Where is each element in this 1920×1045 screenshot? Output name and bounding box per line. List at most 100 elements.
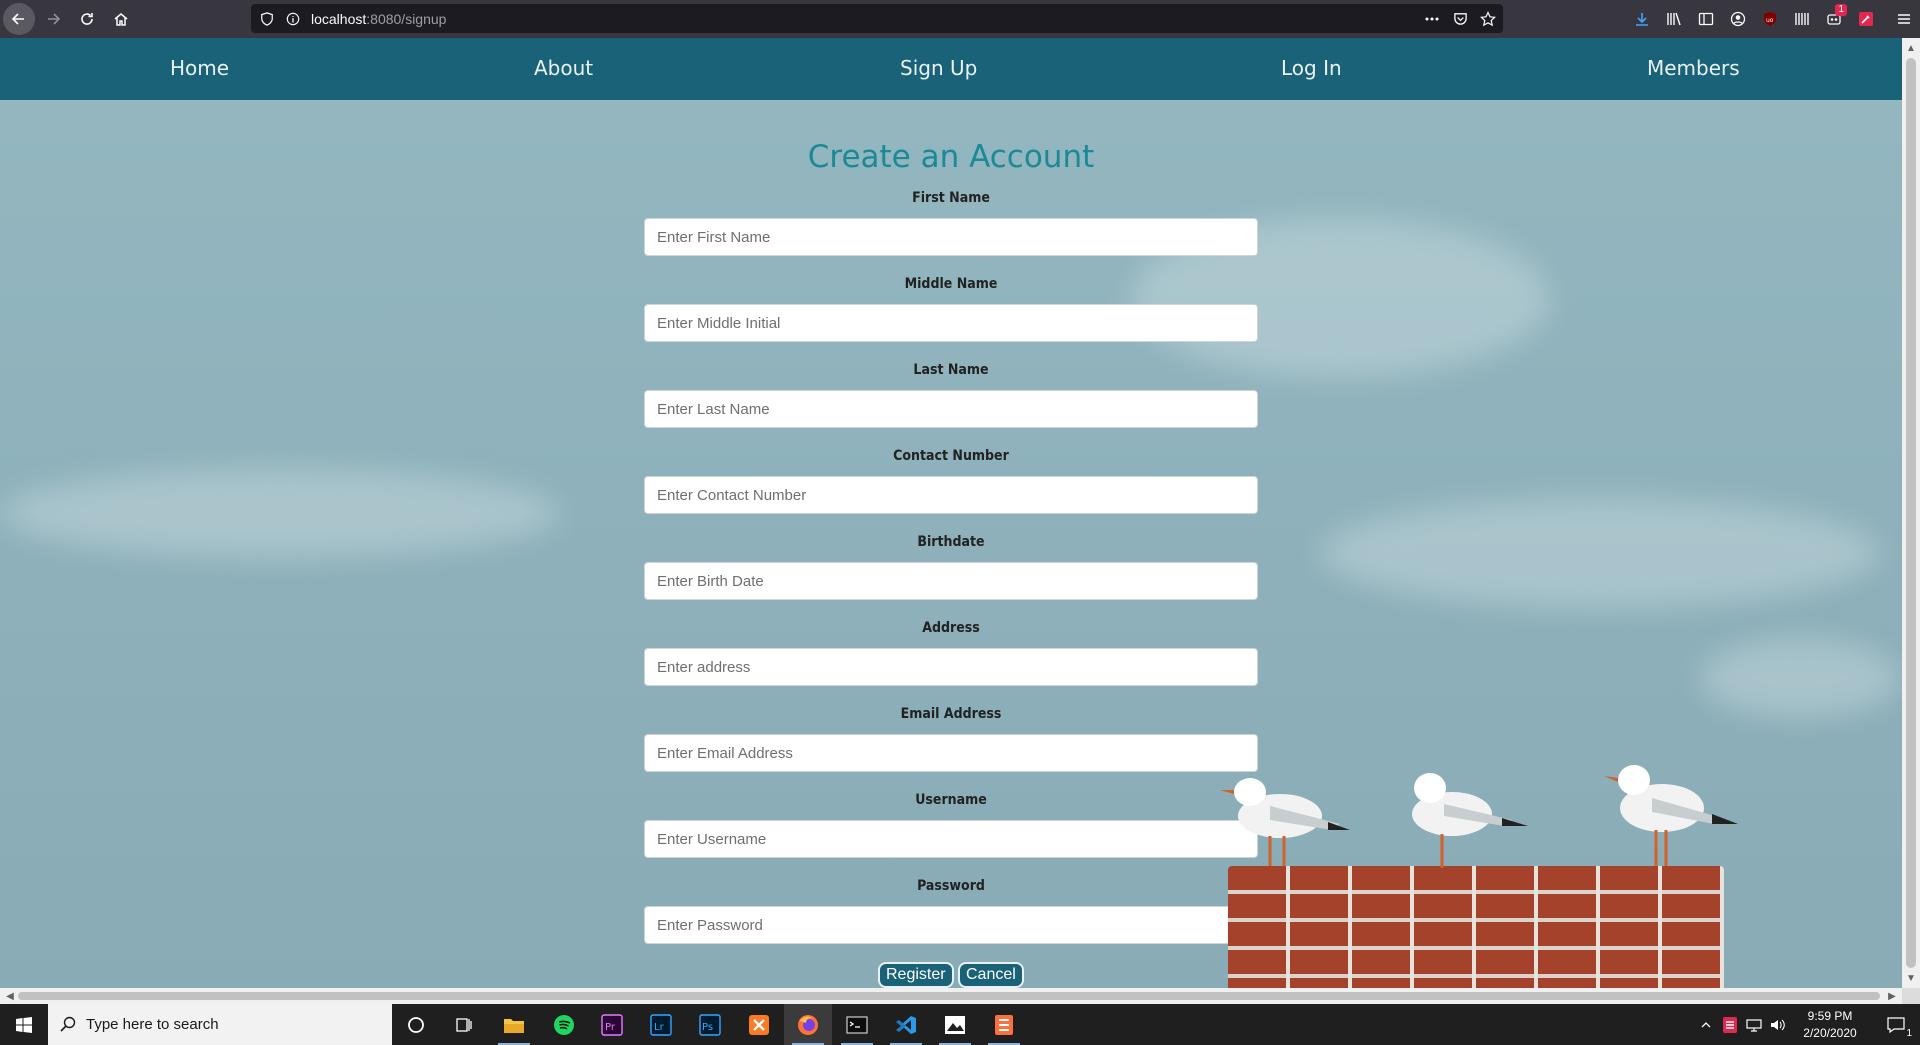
password-input[interactable] [644, 906, 1258, 944]
tray-overflow-button[interactable] [1694, 1004, 1718, 1045]
nav-members[interactable]: Members [1647, 56, 1740, 80]
scroll-corner [1902, 988, 1920, 1004]
seagull-image [1604, 765, 1738, 866]
xampp-icon [749, 1014, 769, 1035]
pocket-icon[interactable] [1452, 11, 1468, 27]
nav-signup[interactable]: Sign Up [900, 56, 977, 80]
scroll-right-icon[interactable]: ▶ [1884, 988, 1900, 1004]
reload-icon [81, 13, 93, 25]
forward-button[interactable] [37, 3, 69, 35]
lightroom-app[interactable]: Lr [637, 1004, 685, 1045]
firefox-icon [798, 1014, 818, 1035]
xampp-app[interactable] [735, 1004, 783, 1045]
photoshop-icon: Ps [699, 1013, 721, 1036]
nav-home[interactable]: Home [170, 56, 229, 80]
reload-button[interactable] [71, 3, 103, 35]
vscode-app[interactable] [882, 1004, 930, 1045]
cortana-icon [408, 1016, 424, 1033]
file-explorer-app[interactable] [490, 1004, 538, 1045]
more-icon[interactable] [1424, 11, 1440, 27]
download-button[interactable] [1626, 3, 1658, 35]
start-button[interactable] [0, 1004, 48, 1045]
star-icon[interactable] [1480, 10, 1496, 27]
shield-icon[interactable] [259, 11, 275, 27]
vertical-scrollbar[interactable]: ▲ ▼ [1902, 38, 1920, 988]
hamburger-icon [1898, 14, 1910, 24]
account-button[interactable] [1722, 3, 1754, 35]
email-label: Email Address [900, 706, 1002, 722]
tray-network[interactable] [1742, 1004, 1766, 1045]
eyedropper-icon [1859, 12, 1873, 26]
nav-about[interactable]: About [534, 56, 593, 80]
nav-login[interactable]: Log In [1281, 56, 1342, 80]
seagull-image [1220, 778, 1350, 866]
ublock-button[interactable]: uo [1754, 3, 1786, 35]
scroll-down-icon[interactable]: ▼ [1903, 970, 1919, 986]
cloud [0, 468, 560, 558]
scroll-left-icon[interactable]: ◀ [2, 988, 18, 1004]
windows-taskbar: Type here to search Pr Lr Ps 9:59 PM 2/2… [0, 1004, 1920, 1045]
tray-volume[interactable] [1766, 1004, 1790, 1045]
home-button[interactable] [105, 3, 137, 35]
birthdate-input[interactable] [644, 562, 1258, 600]
username-label: Username [915, 792, 987, 808]
cortana-button[interactable] [392, 1004, 440, 1045]
eyedropper-button[interactable] [1850, 3, 1882, 35]
svg-text:uo: uo [1766, 17, 1774, 24]
terminal-app[interactable] [833, 1004, 881, 1045]
photoshop-app[interactable]: Ps [686, 1004, 734, 1045]
tray-sublime[interactable] [1718, 1004, 1742, 1045]
horizontal-scrollbar[interactable]: ◀ ▶ [0, 988, 1902, 1004]
scroll-up-icon[interactable]: ▲ [1903, 40, 1919, 56]
last-name-input[interactable] [644, 390, 1258, 428]
extension-bars-button[interactable] [1786, 3, 1818, 35]
address-input[interactable] [644, 648, 1258, 686]
first-name-input[interactable] [644, 218, 1258, 256]
spotify-app[interactable] [540, 1004, 588, 1045]
search-icon [60, 1016, 76, 1032]
contact-number-input[interactable] [644, 476, 1258, 514]
search-placeholder: Type here to search [86, 1016, 219, 1033]
vertical-scroll-thumb[interactable] [1906, 58, 1916, 968]
svg-text:Ps: Ps [702, 1022, 713, 1033]
photos-icon [945, 1015, 965, 1034]
clock-time[interactable]: 9:59 PM [1796, 1009, 1864, 1023]
task-view-button[interactable] [440, 1004, 488, 1045]
horizontal-scroll-thumb[interactable] [18, 992, 1880, 1000]
volume-icon [1771, 1019, 1785, 1030]
vscode-icon [896, 1015, 916, 1034]
svg-text:Lr: Lr [654, 1022, 665, 1033]
address-bar[interactable]: localhost:8080/signup [251, 4, 1503, 33]
notification-center-button[interactable]: 1 [1872, 1004, 1920, 1045]
library-button[interactable] [1658, 3, 1690, 35]
browser-toolbar: localhost:8080/signup uo 1 [0, 0, 1920, 38]
back-button[interactable] [3, 3, 35, 35]
premiere-app[interactable]: Pr [588, 1004, 636, 1045]
last-name-label: Last Name [913, 362, 989, 378]
site-navbar: Home About Sign Up Log In Members [0, 38, 1902, 100]
email-input[interactable] [644, 734, 1258, 772]
arrow-left-icon [11, 13, 24, 25]
lightroom-icon: Lr [650, 1013, 672, 1036]
taskbar-search[interactable]: Type here to search [48, 1004, 392, 1045]
chevron-up-icon [1701, 1021, 1711, 1027]
address-label: Address [922, 620, 980, 636]
info-icon[interactable] [285, 11, 301, 27]
sidebar-button[interactable] [1690, 3, 1722, 35]
seagull-image [1412, 773, 1528, 868]
username-input[interactable] [644, 820, 1258, 858]
sublime-app[interactable] [980, 1004, 1028, 1045]
firefox-app[interactable] [784, 1004, 832, 1045]
photos-app[interactable] [931, 1004, 979, 1045]
middle-name-input[interactable] [644, 304, 1258, 342]
register-button[interactable]: Register [878, 962, 954, 988]
cancel-button[interactable]: Cancel [958, 962, 1024, 988]
arrow-right-icon [48, 13, 61, 25]
url-text: localhost:8080/signup [311, 11, 446, 27]
library-icon [1667, 12, 1681, 26]
download-icon [1636, 13, 1648, 26]
clock-date[interactable]: 2/20/2020 [1796, 1026, 1864, 1040]
extension-badge-button[interactable]: 1 [1818, 3, 1850, 35]
menu-button[interactable] [1888, 3, 1920, 35]
notification-icon [1887, 1016, 1905, 1033]
